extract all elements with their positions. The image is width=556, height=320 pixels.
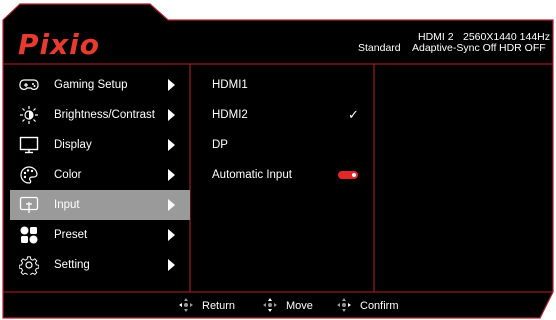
gamepad-icon [18,74,40,96]
monitor-osd: Pixio Standard HDMI 2 2560X1440 144Hz Ad… [0,0,556,320]
palette-icon [18,164,40,186]
menu-item-brightness-contrast[interactable]: Brightness/Contrast [10,100,190,130]
sun-icon [18,104,40,126]
menu-item-setting[interactable]: Setting [10,250,190,280]
submenu-arrow-icon [168,199,175,211]
submenu-item-hdmi1[interactable]: HDMI1 [202,70,367,100]
submenu-item-hdmi2[interactable]: HDMI2 ✓ [202,100,367,130]
gear-icon [18,254,40,276]
submenu-arrow-icon [168,229,175,241]
check-icon: ✓ [348,107,359,122]
menu-item-gaming-setup[interactable]: Gaming Setup [10,70,190,100]
toggle-knob [352,173,356,177]
submenu-label: Automatic Input [212,169,292,181]
submenu-label: HDMI1 [212,79,248,91]
submenu-label: HDMI2 [212,109,248,121]
menu-label: Color [54,169,82,181]
input-submenu: HDMI1 HDMI2 ✓ DP Automatic Input [202,70,367,190]
menu-label: Gaming Setup [54,79,128,91]
status-hdr: HDR OFF [499,42,546,54]
joystick-left-icon [178,297,194,316]
submenu-item-automatic-input[interactable]: Automatic Input [202,160,367,190]
monitor-icon [18,134,40,156]
return-hint: Return [178,292,235,320]
joystick-updown-icon [262,297,278,316]
confirm-label: Confirm [360,300,399,312]
submenu-arrow-icon [168,139,175,151]
submenu-arrow-icon [168,259,175,271]
submenu-arrow-icon [168,109,175,121]
confirm-hint: Confirm [336,292,399,320]
osd-footer: Return Move Confirm [0,292,556,320]
move-hint: Move [262,292,313,320]
submenu-arrow-icon [168,79,175,91]
move-label: Move [286,300,313,312]
main-menu: Gaming Setup Brightness/Contrast Display… [10,70,190,280]
menu-label: Preset [54,229,88,241]
return-label: Return [202,300,236,312]
status-adaptive-sync: Adaptive-Sync Off [412,42,497,54]
submenu-arrow-icon [168,169,175,181]
submenu-label: DP [212,139,228,151]
menu-item-color[interactable]: Color [10,160,190,190]
menu-item-display[interactable]: Display [10,130,190,160]
menu-label: Display [54,139,92,151]
joystick-right-icon [336,297,352,316]
menu-item-preset[interactable]: Preset [10,220,190,250]
menu-label: Brightness/Contrast [54,109,155,121]
menu-item-input[interactable]: Input [10,190,190,220]
menu-label: Input [54,199,80,211]
pixio-logo: Pixio [18,28,101,61]
input-icon [18,194,40,216]
automatic-input-toggle[interactable] [338,171,358,179]
menu-label: Setting [54,259,90,271]
preset-icon [18,224,40,246]
submenu-item-dp[interactable]: DP [202,130,367,160]
status-mode: Standard [358,42,401,54]
